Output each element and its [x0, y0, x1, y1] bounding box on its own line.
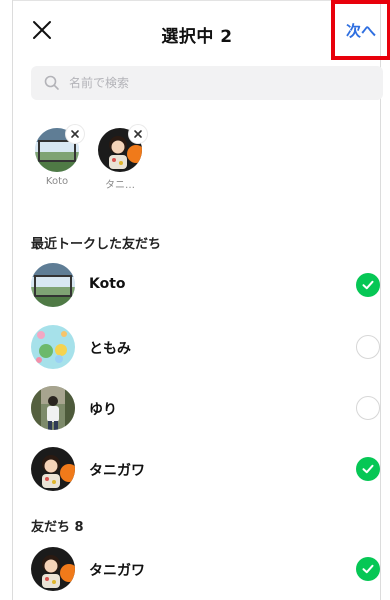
search-icon	[43, 74, 61, 92]
remove-chip-icon	[134, 130, 142, 138]
chip-label: Koto	[45, 176, 69, 187]
selected-chip-tanigawa[interactable]: タニ…	[95, 125, 147, 198]
friend-name: ともみ	[89, 341, 131, 357]
left-edge	[0, 0, 13, 600]
checkmark-icon	[362, 280, 374, 290]
friend-name: Koto	[89, 276, 126, 292]
avatar	[31, 547, 75, 591]
selection-checkbox[interactable]	[356, 396, 380, 420]
next-button[interactable]: 次へ	[331, 0, 390, 60]
section-header-friends: 友だち 8	[31, 520, 84, 535]
friend-name: タニガワ	[89, 563, 145, 579]
selection-checkbox[interactable]	[356, 335, 380, 359]
chip-label: タニ…	[105, 180, 135, 191]
selection-checkbox[interactable]	[356, 457, 380, 481]
search-input[interactable]	[67, 75, 361, 91]
selection-checkbox[interactable]	[356, 557, 380, 581]
section-header-recent: 最近トークした友だち	[31, 237, 162, 252]
remove-chip-button[interactable]	[129, 125, 147, 143]
friend-row-tanigawa[interactable]: タニガワ	[14, 541, 380, 597]
avatar	[31, 447, 75, 491]
remove-chip-button[interactable]	[66, 125, 84, 143]
checkmark-icon	[362, 564, 374, 574]
checkmark-icon	[362, 464, 374, 474]
avatar	[31, 325, 75, 369]
friend-row-koto[interactable]: Koto	[14, 257, 380, 313]
selected-chip-koto[interactable]: Koto	[32, 125, 84, 198]
search-bar[interactable]	[31, 66, 383, 100]
selection-checkbox[interactable]	[356, 273, 380, 297]
avatar	[31, 386, 75, 430]
friend-name: ゆり	[89, 402, 117, 418]
friend-name: タニガワ	[89, 463, 145, 479]
next-button-label: 次へ	[345, 21, 376, 40]
content-area: 選択中 2 次へ 名前で検索 Koto タニ… 最近トークした友だち Koto …	[14, 0, 390, 600]
friend-row-tomomi[interactable]: ともみ	[14, 319, 380, 375]
header-bar: 選択中 2 次へ	[14, 0, 390, 60]
selected-friends: Koto タニ…	[32, 125, 158, 198]
friend-row-tanigawa[interactable]: タニガワ	[14, 441, 380, 497]
avatar	[31, 263, 75, 307]
share-picker-screen: 選択中 2 次へ 名前で検索 Koto タニ… 最近トークした友だち Koto …	[0, 0, 390, 600]
remove-chip-icon	[71, 130, 79, 138]
friend-row-yuri[interactable]: ゆり	[14, 380, 380, 436]
page-title: 選択中 2	[161, 27, 233, 47]
